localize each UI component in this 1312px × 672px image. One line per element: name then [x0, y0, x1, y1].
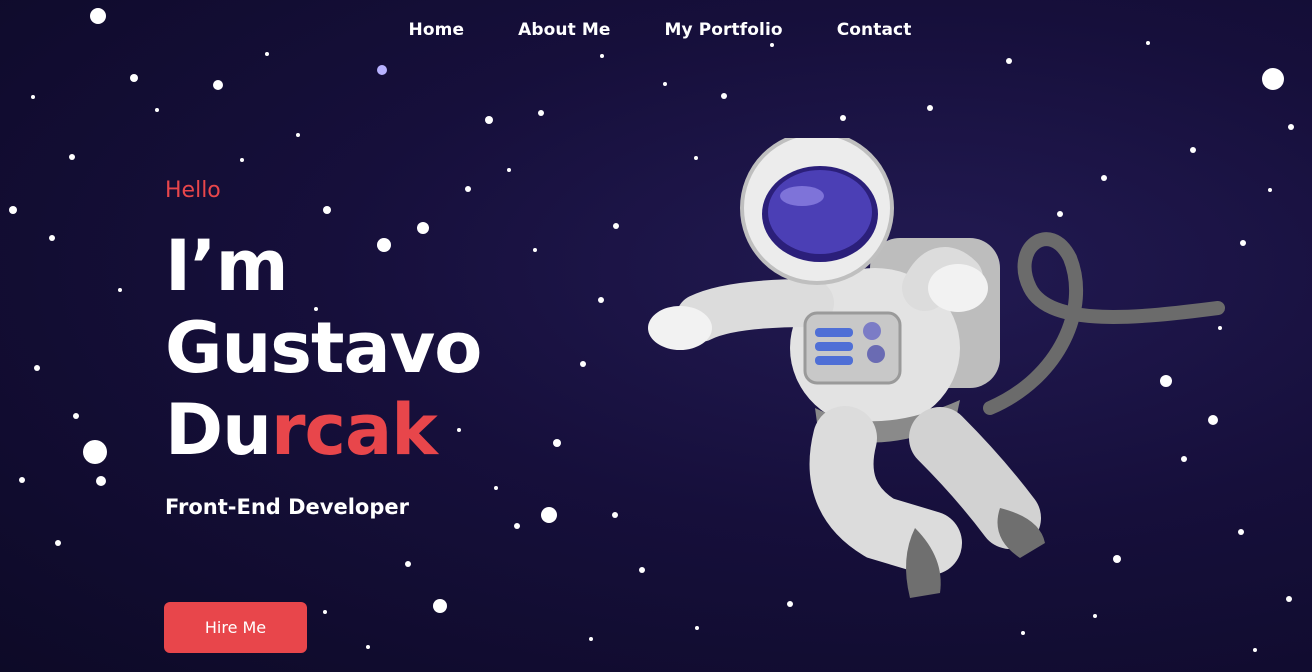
hero-name-line3: Durcak: [165, 389, 481, 471]
nav-home-link[interactable]: Home: [409, 20, 465, 40]
hero-greeting: Hello: [165, 178, 221, 203]
hire-me-button[interactable]: Hire Me: [164, 602, 307, 653]
hero-name-line2: Gustavo: [165, 307, 482, 389]
nav-portfolio-link[interactable]: My Portfolio: [665, 20, 783, 40]
hero-role: Front-End Developer: [165, 495, 409, 519]
hero-name-plain: Du: [165, 389, 272, 471]
hero-name-line1: I’m: [165, 225, 289, 307]
astronaut-illustration: [648, 138, 1225, 598]
nav-about-link[interactable]: About Me: [518, 20, 610, 40]
hero-name: I’m Gustavo Durcak: [165, 225, 482, 471]
main-nav: Home About Me My Portfolio Contact: [0, 20, 1312, 40]
hero-section: Hello I’m Gustavo Durcak Front-End Devel…: [165, 178, 482, 519]
hero-name-accent: rcak: [270, 389, 438, 471]
nav-contact-link[interactable]: Contact: [837, 20, 912, 40]
